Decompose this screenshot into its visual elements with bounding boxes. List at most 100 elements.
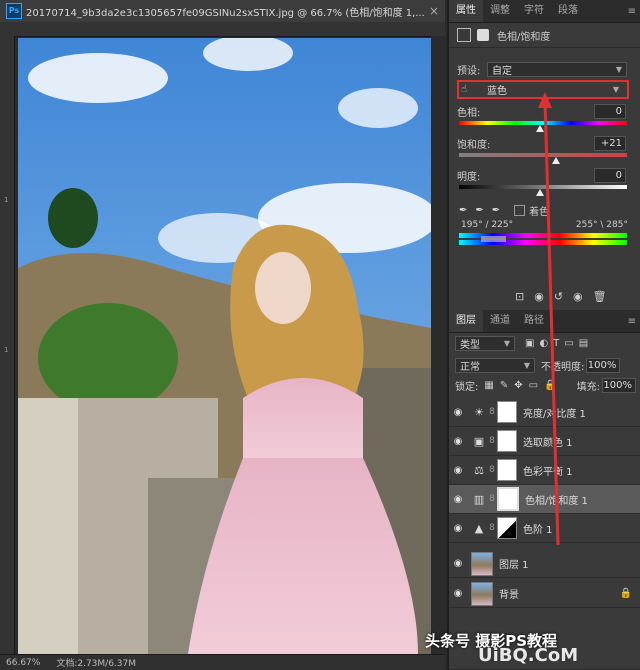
- horizontal-ruler: [0, 22, 445, 37]
- layer-mask[interactable]: [497, 459, 517, 481]
- layer-mask[interactable]: [497, 401, 517, 423]
- properties-title: 色相/饱和度: [497, 31, 551, 43]
- layer-row[interactable]: ◉ ☀ 8 亮度/对比度 1: [449, 398, 640, 427]
- eye-icon[interactable]: ◉: [449, 407, 467, 418]
- layer-mask[interactable]: [497, 430, 517, 452]
- colorize-label: 着色: [529, 207, 550, 218]
- layer-row[interactable]: ◉ 图层 1: [449, 550, 640, 578]
- layer-thumbnail: [471, 551, 493, 576]
- delete-icon[interactable]: 🗑: [593, 290, 607, 303]
- preset-row: 预设: 自定 ▼: [449, 62, 640, 77]
- channel-row: ☝ 蓝色 ▼: [449, 82, 640, 97]
- hand-tool-icon[interactable]: ☝: [461, 84, 481, 95]
- ruler-mark: 1: [4, 346, 9, 354]
- reset-icon[interactable]: ↺: [554, 290, 563, 303]
- blend-row: 正常 ▼ 不透明度: 100%: [449, 358, 640, 373]
- tab-properties[interactable]: 属性: [449, 0, 483, 22]
- mask-icon[interactable]: [477, 29, 489, 41]
- document-tab[interactable]: Ps 20170714_9b3da2e3c1305657fe09GSINu2sx…: [0, 0, 445, 23]
- saturation-slider[interactable]: [459, 153, 627, 157]
- close-icon[interactable]: ×: [429, 4, 439, 18]
- eye-icon[interactable]: ◉: [449, 523, 467, 534]
- layer-filter-dropdown[interactable]: 类型 ▼: [455, 336, 515, 351]
- eyedropper-row: ✒ ✒ ✒ 着色: [449, 203, 640, 218]
- lightness-label: 明度:: [457, 172, 481, 183]
- channel-value: 蓝色: [487, 86, 507, 97]
- hue-saturation-icon: ▥: [473, 492, 485, 506]
- tab-channels[interactable]: 通道: [483, 310, 517, 332]
- chevron-down-icon: ▼: [615, 65, 622, 74]
- properties-footer-icons: ⊡ ◉ ↺ ◉ 🗑: [515, 290, 607, 303]
- eye-icon[interactable]: ◉: [449, 588, 467, 599]
- range-left-value: 195° / 225°: [461, 220, 514, 230]
- layer-filter-row: 类型 ▼ ▣◐T▭▤: [449, 336, 640, 351]
- view-previous-icon[interactable]: ◉: [534, 290, 544, 303]
- layer-name: 背景: [499, 590, 519, 601]
- eye-icon[interactable]: ◉: [449, 436, 467, 447]
- lightness-row: 明度: 0: [449, 168, 640, 183]
- eye-icon[interactable]: ◉: [449, 465, 467, 476]
- lock-row: 锁定: ▦✎✥▭🔒 填充: 100%: [449, 378, 640, 393]
- lightness-knob[interactable]: [536, 189, 544, 196]
- chevron-down-icon: ▼: [612, 85, 619, 94]
- lock-icon: 🔒: [619, 588, 632, 599]
- layer-row[interactable]: ◉ ▥ 8 色相/饱和度 1: [449, 485, 640, 514]
- clip-to-layer-icon[interactable]: ⊡: [515, 290, 524, 303]
- hue-input[interactable]: 0: [594, 104, 626, 119]
- link-icon: 8: [489, 494, 495, 504]
- panel-menu-icon[interactable]: ≡: [628, 6, 636, 17]
- eye-icon[interactable]: ◉: [449, 494, 467, 505]
- lightness-input[interactable]: 0: [594, 168, 626, 183]
- preset-value: 自定: [492, 66, 512, 77]
- levels-icon: ▲: [474, 521, 484, 535]
- lock-icons[interactable]: ▦✎✥▭🔒: [484, 380, 562, 391]
- fill-label: 填充:: [576, 382, 600, 393]
- opacity-input[interactable]: 100%: [586, 358, 621, 373]
- range-right-value: 255° \ 285°: [575, 220, 628, 230]
- channel-dropdown[interactable]: 蓝色 ▼: [483, 82, 623, 97]
- saturation-knob[interactable]: [552, 157, 560, 164]
- preset-dropdown[interactable]: 自定 ▼: [487, 62, 627, 77]
- tab-adjustments[interactable]: 调整: [483, 0, 517, 22]
- hue-row: 色相: 0: [449, 104, 640, 119]
- layer-name: 亮度/对比度 1: [523, 408, 586, 420]
- tab-paragraph[interactable]: 段落: [551, 0, 585, 22]
- right-panel: 属性 调整 字符 段落 ≡ 色相/饱和度 预设: 自定 ▼ ☝ 蓝色 ▼ 色相:…: [447, 0, 640, 669]
- fill-input[interactable]: 100%: [602, 378, 636, 393]
- zoom-level[interactable]: 66.67%: [6, 658, 40, 668]
- visibility-icon[interactable]: ◉: [573, 290, 583, 303]
- hue-knob[interactable]: [536, 125, 544, 132]
- layer-row[interactable]: ◉ ▣ 8 选取颜色 1: [449, 427, 640, 456]
- vertical-scrollbar[interactable]: [431, 36, 445, 654]
- layer-thumbnail: [471, 581, 493, 606]
- layer-mask[interactable]: [497, 487, 519, 511]
- link-icon: 8: [489, 465, 495, 475]
- tab-character[interactable]: 字符: [517, 0, 551, 22]
- tab-layers[interactable]: 图层: [449, 310, 483, 332]
- layer-mask[interactable]: [497, 517, 517, 539]
- eyedropper-plus-icon[interactable]: ✒: [475, 205, 483, 216]
- eyedropper-icon[interactable]: ✒: [459, 205, 467, 216]
- image-canvas[interactable]: [18, 38, 431, 654]
- blend-mode-dropdown[interactable]: 正常 ▼: [455, 358, 535, 373]
- range-selector[interactable]: [481, 236, 506, 242]
- tab-paths[interactable]: 路径: [517, 310, 551, 332]
- ruler-mark: 1: [4, 196, 9, 204]
- status-bar: 66.67% 文档:2.73M/6.37M: [0, 654, 445, 670]
- blend-mode-value: 正常: [460, 362, 480, 373]
- filter-value: 类型: [460, 340, 480, 351]
- panel-menu-icon[interactable]: ≡: [628, 316, 636, 327]
- layer-row[interactable]: ◉ ▲ 8 色阶 1: [449, 514, 640, 543]
- layer-row[interactable]: ◉ ⚖ 8 色彩平衡 1: [449, 456, 640, 485]
- saturation-input[interactable]: +21: [594, 136, 626, 151]
- layer-row[interactable]: ◉ 背景 🔒: [449, 580, 640, 608]
- eyedropper-minus-icon[interactable]: ✒: [492, 205, 500, 216]
- filter-icons[interactable]: ▣◐T▭▤: [525, 338, 593, 349]
- range-values: 195° / 225° 255° \ 285°: [449, 220, 640, 230]
- layer-name: 色彩平衡 1: [523, 466, 573, 478]
- properties-tabs: 属性 调整 字符 段落 ≡: [449, 0, 640, 23]
- document-title: 20170714_9b3da2e3c1305657fe09GSINu2sxSTI…: [26, 7, 425, 19]
- eye-icon[interactable]: ◉: [449, 558, 467, 569]
- colorize-checkbox[interactable]: [514, 205, 526, 216]
- brightness-icon: ☀: [474, 405, 484, 419]
